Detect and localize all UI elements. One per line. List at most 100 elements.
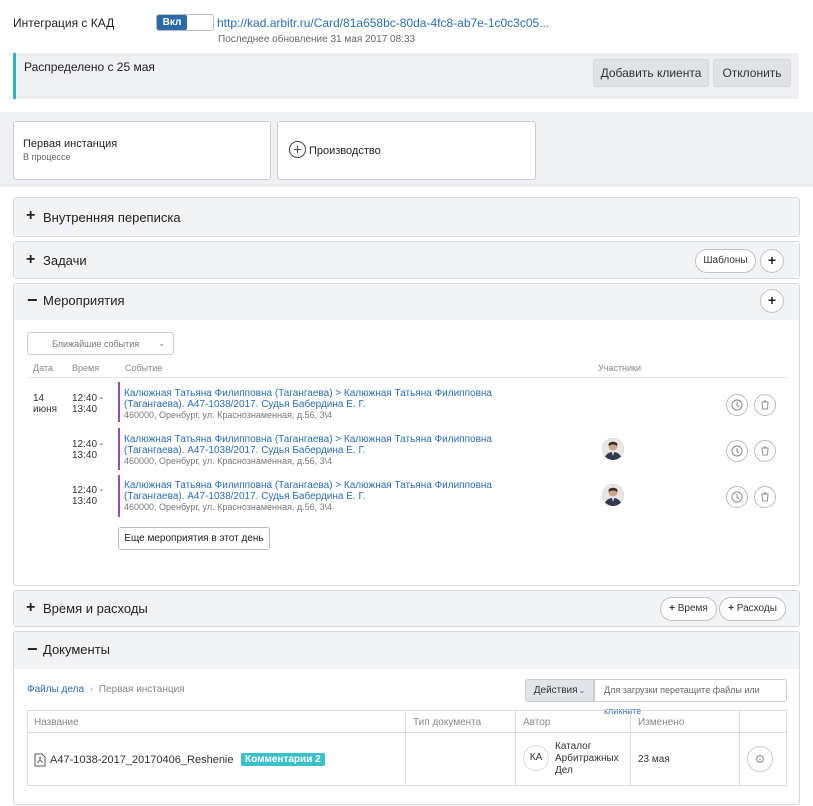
author-name: Каталог Арбитражных Дел <box>555 741 619 777</box>
plus-circle-icon: + <box>289 141 306 158</box>
chevron-down-icon: ⌄ <box>578 686 586 695</box>
upload-text: Для загрузки перетащите файлы или <box>604 685 760 695</box>
clock-icon[interactable] <box>726 440 748 462</box>
col-header-modified: Изменено <box>638 717 685 728</box>
breadcrumb-root[interactable]: Файлы дела <box>27 684 84 695</box>
section-title-tasks: Задачи <box>43 253 87 268</box>
event-link[interactable]: Калюжная Татьяна Филипповна (Тагангаева)… <box>124 388 544 410</box>
gear-icon[interactable] <box>747 746 773 772</box>
collapse-minus-icon[interactable]: − <box>27 290 38 311</box>
panel-tasks <box>13 241 800 279</box>
participant-avatar[interactable] <box>602 484 624 506</box>
actions-dropdown[interactable]: Действия⌄ <box>525 679 594 702</box>
trash-icon[interactable] <box>754 394 776 416</box>
trash-icon[interactable] <box>754 486 776 508</box>
event-link-line2: (Тагангаева). А47-1038/2017. Судья Бабер… <box>124 399 366 410</box>
section-title-internal: Внутренняя переписка <box>43 210 181 225</box>
modified-date: 23 мая <box>638 754 670 765</box>
distribution-text: Распределено с 25 мая <box>24 60 155 74</box>
event-link-line2: (Тагангаева). А47-1038/2017. Судья Бабер… <box>124 491 366 502</box>
clock-icon[interactable] <box>726 486 748 508</box>
templates-button[interactable]: Шаблоны <box>695 249 756 273</box>
add-stage-label: Производство <box>309 145 381 157</box>
add-event-button[interactable]: + <box>760 289 784 313</box>
breadcrumb-separator: › <box>89 684 94 695</box>
event-time-end: 13:40 <box>72 450 98 461</box>
kad-toggle[interactable]: Вкл <box>156 14 214 31</box>
add-task-button[interactable]: + <box>760 249 784 273</box>
panel-header[interactable] <box>14 242 799 278</box>
toggle-on-label: Вкл <box>157 15 187 30</box>
documents-table: Название Тип документа Автор Изменено А4… <box>27 710 787 786</box>
decline-button[interactable]: Отклонить <box>713 59 791 87</box>
clock-icon[interactable] <box>726 394 748 416</box>
event-link[interactable]: Калюжная Татьяна Филипповна (Тагангаева)… <box>124 434 544 456</box>
expand-plus-icon[interactable]: + <box>26 599 35 617</box>
col-header-type: Тип документа <box>413 717 482 728</box>
event-time-end: 13:40 <box>72 496 98 507</box>
col-header-date: Дата <box>33 363 53 373</box>
section-title-events: Мероприятия <box>43 293 125 308</box>
event-link-line1: Калюжная Татьяна Филипповна (Тагангаева)… <box>124 434 492 445</box>
col-header-participants: Участники <box>598 363 641 373</box>
event-marker <box>118 428 120 470</box>
expand-plus-icon[interactable]: + <box>26 251 35 269</box>
events-filter-select[interactable]: Ближайшие события ⌄ <box>27 332 174 355</box>
stage-card-first-instance[interactable] <box>13 121 271 180</box>
event-address: 460000, Оренбург, ул. Краснознаменная, д… <box>124 410 333 420</box>
col-header-name: Название <box>34 717 79 728</box>
event-address: 460000, Оренбург, ул. Краснознаменная, д… <box>124 502 333 512</box>
panel-header[interactable] <box>14 632 799 669</box>
event-link-line1: Калюжная Татьяна Филипповна (Тагангаева)… <box>124 388 492 399</box>
comments-badge[interactable]: Комментарии 2 <box>241 753 325 766</box>
column-divider <box>405 711 406 785</box>
event-date-day: 14 <box>33 393 45 404</box>
col-header-event: Событие <box>125 363 163 373</box>
event-link[interactable]: Калюжная Татьяна Филипповна (Тагангаева)… <box>124 480 544 502</box>
col-header-author: Автор <box>523 717 551 728</box>
chevron-down-icon: ⌄ <box>158 338 166 348</box>
events-filter-value: Ближайшие события <box>52 339 140 349</box>
author-avatar: КА <box>523 745 549 771</box>
column-divider <box>630 711 631 785</box>
column-divider <box>739 711 740 785</box>
collapse-minus-icon[interactable]: − <box>27 639 38 660</box>
pdf-file-icon <box>34 753 46 770</box>
author-line: Дел <box>555 765 573 776</box>
kad-card-link[interactable]: http://kad.arbitr.ru/Card/81a658bc-80da-… <box>217 16 549 30</box>
document-name-link[interactable]: А47-1038-2017_20170406_Reshenie <box>50 754 234 766</box>
event-address: 460000, Оренбург, ул. Краснознаменная, д… <box>124 456 333 466</box>
kad-integration-label: Интеграция с КАД <box>13 16 115 30</box>
section-title-time: Время и расходы <box>43 601 148 616</box>
col-header-time: Время <box>72 363 100 373</box>
add-expenses-button[interactable]: + Расходы <box>719 597 786 621</box>
author-line: Каталог <box>555 741 592 752</box>
panel-header[interactable] <box>14 284 799 320</box>
header-divider <box>27 377 787 378</box>
actions-label: Действия <box>533 685 578 696</box>
breadcrumb-current: Первая инстанция <box>98 684 185 695</box>
stage-title: Первая инстанция <box>23 138 118 150</box>
expand-plus-icon[interactable]: + <box>26 207 35 225</box>
stage-status: В процессе <box>23 152 71 162</box>
event-marker <box>118 475 120 517</box>
event-time-end: 13:40 <box>72 404 98 415</box>
event-marker <box>118 382 120 422</box>
event-time-start: 12:40 - <box>72 439 104 450</box>
more-events-button[interactable]: Еще мероприятия в этот день <box>118 527 270 550</box>
event-time-start: 12:40 - <box>72 393 104 404</box>
event-link-line1: Калюжная Татьяна Филипповна (Тагангаева)… <box>124 480 492 491</box>
event-time-start: 12:40 - <box>72 485 104 496</box>
last-update-text: Последнее обновление 31 мая 2017 08:33 <box>218 34 416 45</box>
upload-dropzone[interactable]: Для загрузки перетащите файлы или кликни… <box>594 679 787 716</box>
participant-avatar[interactable] <box>602 438 624 460</box>
event-link-line2: (Тагангаева). А47-1038/2017. Судья Бабер… <box>124 445 366 456</box>
add-client-button[interactable]: Добавить клиента <box>593 59 709 87</box>
add-expenses-label: Расходы <box>736 603 777 614</box>
trash-icon[interactable] <box>754 440 776 462</box>
breadcrumb: Файлы дела › Первая инстанция <box>27 684 185 695</box>
author-line: Арбитражных <box>555 753 619 764</box>
add-time-label: Время <box>677 603 708 614</box>
add-time-button[interactable]: + Время <box>660 597 717 621</box>
column-divider <box>515 711 516 785</box>
